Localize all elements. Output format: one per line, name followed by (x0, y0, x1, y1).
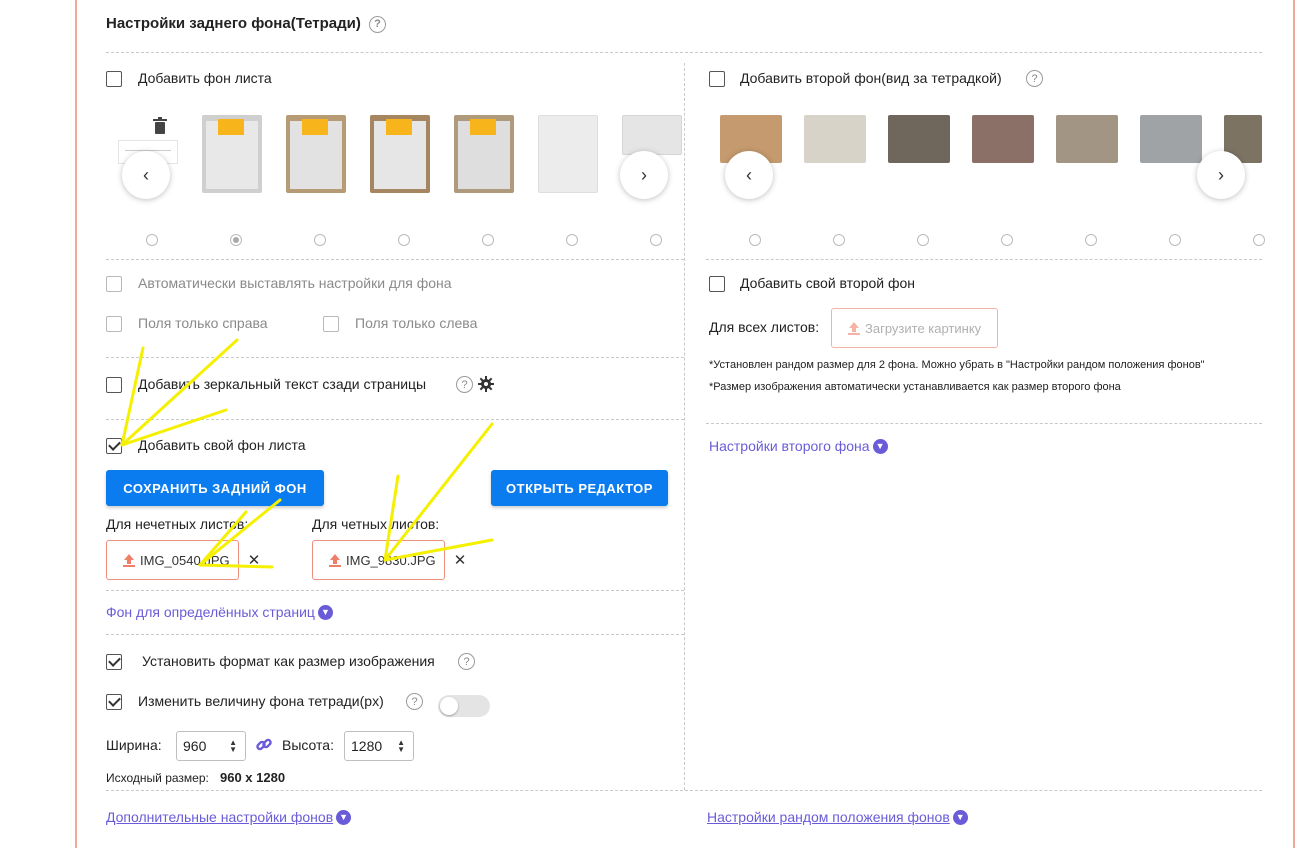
arrow-line (383, 422, 494, 562)
arrow-line (120, 338, 239, 447)
arrow-head (383, 538, 494, 562)
arrow-head (198, 510, 248, 567)
arrow-head (198, 563, 274, 569)
arrow-head (120, 408, 228, 447)
annotation-arrows (120, 338, 494, 569)
arrow-line (198, 498, 282, 567)
